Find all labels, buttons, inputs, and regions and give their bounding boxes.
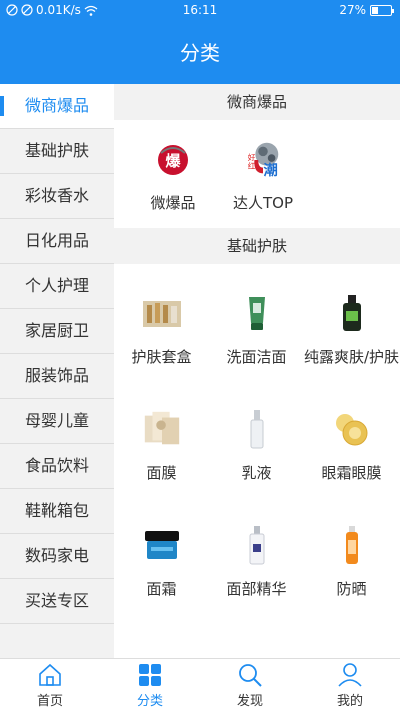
category-grid-icon	[137, 662, 163, 688]
tab-1[interactable]: 分类	[100, 659, 200, 711]
sidebar-item-6[interactable]: 服装饰品	[0, 354, 114, 399]
category-grid: 护肤套盒 洗面洁面 纯露爽肤/护肤面膜 乳液 眼霜眼膜面霜 面部精华 防晒	[114, 264, 400, 628]
sidebar-item-5[interactable]: 家居厨卫	[0, 309, 114, 354]
sidebar-item-8[interactable]: 食品饮料	[0, 444, 114, 489]
trend-top-icon: 好红潮	[242, 138, 284, 180]
category-item-label: 面部精华	[226, 580, 287, 598]
sidebar-item-10[interactable]: 数码家电	[0, 534, 114, 579]
section-header: 基础护肤	[114, 228, 400, 264]
user-icon	[337, 662, 363, 688]
category-item[interactable]: 纯露爽肤/护肤	[304, 272, 399, 388]
cleanser-tube-icon	[236, 292, 278, 334]
tab-label: 首页	[36, 693, 63, 709]
category-item-label: 纯露爽肤/护肤	[304, 348, 399, 366]
toner-bottle-icon	[331, 292, 373, 334]
category-item-label: 达人TOP	[232, 194, 293, 212]
sidebar-item-0[interactable]: 微商爆品	[0, 84, 114, 129]
section-header: 微商爆品	[114, 84, 400, 120]
lotion-bottle-icon	[236, 408, 278, 450]
serum-bottle-icon	[236, 524, 278, 566]
hot-product-icon: 爆	[152, 138, 194, 180]
search-icon	[237, 662, 263, 688]
category-item[interactable]: 眼霜眼膜	[304, 388, 399, 504]
category-item[interactable]: 护肤套盒	[114, 272, 209, 388]
category-item-label: 面霜	[146, 580, 177, 598]
category-sidebar: 微商爆品 基础护肤 彩妆香水 日化用品 个人护理 家居厨卫 服装饰品 母婴儿童 食品饮料 鞋靴箱包…	[0, 84, 114, 658]
category-grid: 爆微爆品好红潮达人TOP	[114, 120, 400, 228]
gift-box-icon	[141, 292, 183, 334]
app-root: 0.01K/s 16:11 27% 分类 微商爆品 基础护肤 彩妆香水 日化用品 个人护…	[0, 0, 400, 711]
svg-text:潮: 潮	[263, 161, 277, 179]
category-item-label: 乳液	[241, 464, 272, 482]
battery-icon	[370, 4, 394, 16]
sidebar-item-3[interactable]: 日化用品	[0, 219, 114, 264]
category-item-label: 防晒	[336, 580, 367, 598]
mask-pack-icon	[141, 408, 183, 450]
category-item-label: 微爆品	[150, 194, 196, 212]
category-item[interactable]: 面霜	[114, 504, 209, 620]
sidebar-item-1[interactable]: 基础护肤	[0, 129, 114, 174]
tab-label: 我的	[336, 693, 363, 709]
category-item-label: 护肤套盒	[131, 348, 192, 366]
tab-2[interactable]: 发现	[200, 659, 300, 711]
bottom-tab-bar: 首页 分类 发现 我的	[0, 658, 400, 711]
category-item[interactable]: 面部精华	[209, 504, 304, 620]
sidebar-item-9[interactable]: 鞋靴箱包	[0, 489, 114, 534]
cream-jar-icon	[141, 524, 183, 566]
sidebar-item-7[interactable]: 母婴儿童	[0, 399, 114, 444]
battery-percent: 27%	[339, 3, 366, 17]
tab-label: 分类	[136, 693, 163, 709]
tab-label: 发现	[236, 693, 263, 709]
category-item[interactable]: 面膜	[114, 388, 209, 504]
category-item-label: 面膜	[146, 464, 177, 482]
sidebar-item-4[interactable]: 个人护理	[0, 264, 114, 309]
home-icon	[37, 662, 63, 688]
category-item[interactable]: 乳液	[209, 388, 304, 504]
status-right: 27%	[339, 3, 394, 17]
page-title: 分类	[0, 22, 400, 84]
svg-text:爆: 爆	[165, 152, 181, 170]
status-bar: 0.01K/s 16:11 27%	[0, 0, 400, 22]
category-item[interactable]: 好红潮达人TOP	[218, 128, 308, 220]
sunscreen-bottle-icon	[331, 524, 373, 566]
category-content: 微商爆品爆微爆品好红潮达人TOP 基础护肤 护肤套盒 洗面洁面 纯露爽肤/护肤 面膜 乳液眼…	[114, 84, 400, 658]
sidebar-item-2[interactable]: 彩妆香水	[0, 174, 114, 219]
eye-patch-icon	[331, 408, 373, 450]
tab-3[interactable]: 我的	[300, 659, 400, 711]
category-item[interactable]: 洗面洁面	[209, 272, 304, 388]
category-item-label: 眼霜眼膜	[321, 464, 382, 482]
category-item-label: 洗面洁面	[226, 348, 287, 366]
category-item[interactable]: 爆微爆品	[128, 128, 218, 220]
category-item[interactable]: 防晒	[304, 504, 399, 620]
tab-0[interactable]: 首页	[0, 659, 100, 711]
sidebar-item-11[interactable]: 买送专区	[0, 579, 114, 624]
